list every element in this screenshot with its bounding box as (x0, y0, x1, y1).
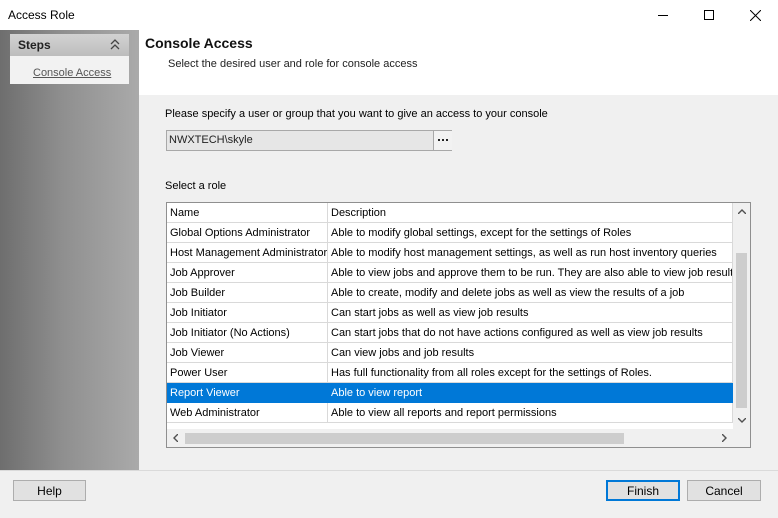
role-description-cell: Can start jobs that do not have actions … (328, 323, 733, 343)
user-field-value: NWXTECH\skyle (169, 134, 253, 146)
table-row[interactable]: Job Builder Able to create, modify and de… (167, 283, 733, 303)
table-row[interactable]: Host Management Administrator Able to mod… (167, 243, 733, 263)
horizontal-scrollbar[interactable] (167, 429, 733, 447)
role-name-cell: Job Approver (167, 263, 328, 283)
table-row[interactable]: Web Administrator Able to view all report… (167, 403, 733, 423)
role-description-cell: Able to modify global settings, except f… (328, 223, 733, 243)
role-description-cell: Can view jobs and job results (328, 343, 733, 363)
user-field-label: Please specify a user or group that you … (165, 108, 548, 120)
maximize-icon (704, 10, 714, 20)
scrollbar-corner (733, 429, 750, 447)
role-description-cell: Able to modify host management settings,… (328, 243, 733, 263)
table-row[interactable]: Global Options Administrator Able to modi… (167, 223, 733, 243)
close-button[interactable] (732, 0, 778, 30)
role-description-cell: Can start jobs as well as view job resul… (328, 303, 733, 323)
content-header: Console Access Select the desired user a… (139, 30, 778, 95)
role-description-cell: Able to create, modify and delete jobs a… (328, 283, 733, 303)
role-description-cell: Able to view jobs and approve them to be… (328, 263, 733, 283)
ellipsis-icon (437, 139, 448, 141)
cancel-button[interactable]: Cancel (687, 480, 761, 501)
role-name-cell: Host Management Administrator (167, 243, 328, 263)
table-row[interactable]: Job Initiator (No Actions) Can start jobs… (167, 323, 733, 343)
content-panel: Please specify a user or group that you … (139, 95, 778, 470)
vertical-scrollbar[interactable] (733, 203, 750, 429)
role-name-cell: Report Viewer (167, 383, 328, 403)
role-description-cell: Able to view report (328, 383, 733, 403)
role-name-cell: Job Initiator (167, 303, 328, 323)
column-header-description[interactable]: Description (328, 203, 733, 223)
horizontal-scroll-thumb[interactable] (185, 433, 624, 444)
table-row[interactable]: Job Approver Able to view jobs and approv… (167, 263, 733, 283)
window-title: Access Role (8, 8, 75, 22)
browse-user-button[interactable] (433, 131, 452, 150)
scroll-down-arrow-icon[interactable] (733, 412, 750, 429)
role-name-cell: Web Administrator (167, 403, 328, 423)
finish-button[interactable]: Finish (606, 480, 680, 501)
table-row[interactable]: Job Viewer Can view jobs and job results (167, 343, 733, 363)
minimize-icon (658, 14, 668, 16)
grid-header: Name Description (167, 203, 733, 223)
role-description-cell: Has full functionality from all roles ex… (328, 363, 733, 383)
role-name-cell: Global Options Administrator (167, 223, 328, 243)
scroll-left-arrow-icon[interactable] (167, 429, 184, 446)
steps-title: Steps (18, 38, 51, 52)
role-name-cell: Job Builder (167, 283, 328, 303)
role-name-cell: Job Initiator (No Actions) (167, 323, 328, 343)
page-subtitle: Select the desired user and role for con… (168, 58, 418, 70)
steps-panel: Steps Console Access (10, 34, 129, 84)
title-bar: Access Role (0, 0, 778, 30)
help-button[interactable]: Help (13, 480, 86, 501)
scroll-right-arrow-icon[interactable] (716, 429, 733, 446)
vertical-scroll-thumb[interactable] (736, 253, 747, 408)
column-header-name[interactable]: Name (167, 203, 328, 223)
table-row[interactable]: Job Initiator Can start jobs as well as v… (167, 303, 733, 323)
role-description-cell: Able to view all reports and report perm… (328, 403, 733, 423)
role-name-cell: Power User (167, 363, 328, 383)
role-grid-label: Select a role (165, 180, 227, 192)
footer: Help Finish Cancel (0, 470, 778, 518)
collapse-chevron-icon[interactable] (109, 38, 121, 52)
page-title: Console Access (145, 35, 253, 51)
minimize-button[interactable] (640, 0, 686, 30)
maximize-button[interactable] (686, 0, 732, 30)
role-grid: Name Description Global Options Administ… (166, 202, 751, 448)
steps-header[interactable]: Steps (10, 34, 129, 56)
scroll-up-arrow-icon[interactable] (733, 203, 750, 220)
sidebar: Steps Console Access (0, 30, 139, 470)
role-name-cell: Job Viewer (167, 343, 328, 363)
step-console-access[interactable]: Console Access (33, 67, 111, 79)
close-icon (749, 9, 761, 21)
table-row[interactable]: Power User Has full functionality from al… (167, 363, 733, 383)
user-field[interactable]: NWXTECH\skyle (166, 130, 452, 151)
table-row[interactable]: Report Viewer Able to view report (167, 383, 733, 403)
